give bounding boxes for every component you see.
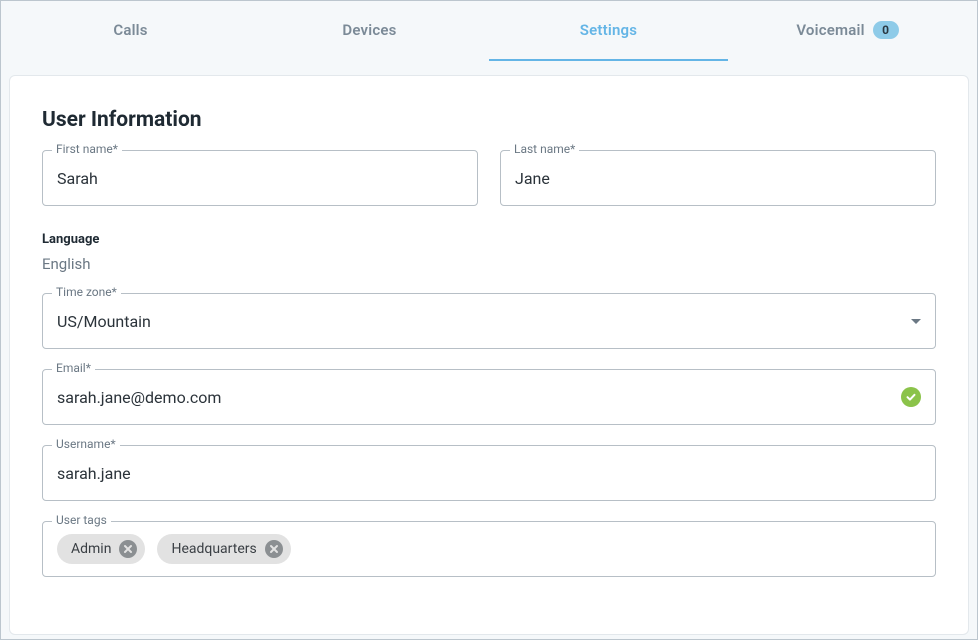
check-circle-icon (901, 387, 921, 407)
tab-devices[interactable]: Devices (250, 1, 489, 61)
tab-label: Settings (580, 21, 637, 39)
field-label: User tags (52, 513, 111, 527)
user-tags-field: User tags Admin Headquarters (42, 521, 936, 577)
chevron-down-icon (911, 319, 921, 324)
time-zone-value: US/Mountain (57, 312, 151, 331)
tag-remove-button[interactable] (265, 540, 283, 558)
time-zone-field: Time zone* US/Mountain (42, 293, 936, 349)
field-label: Email* (52, 361, 95, 375)
tab-label: Voicemail (796, 21, 864, 39)
language-value: English (42, 255, 936, 273)
tab-calls[interactable]: Calls (11, 1, 250, 61)
field-label: Last name* (510, 142, 579, 156)
last-name-input[interactable] (515, 169, 921, 188)
close-icon (123, 544, 133, 554)
tab-bar: Calls Devices Settings Voicemail 0 (1, 1, 977, 61)
tag-remove-button[interactable] (119, 540, 137, 558)
tab-label: Calls (113, 21, 147, 39)
email-input[interactable] (57, 388, 901, 407)
tab-voicemail[interactable]: Voicemail 0 (728, 1, 967, 61)
tag-chip: Admin (57, 534, 145, 564)
field-label: Time zone* (52, 285, 121, 299)
tag-label: Headquarters (171, 541, 256, 557)
settings-panel: User Information First name* Last name* … (9, 75, 969, 635)
voicemail-count-badge: 0 (873, 21, 899, 39)
last-name-field: Last name* (500, 150, 936, 206)
time-zone-select[interactable]: US/Mountain (42, 293, 936, 349)
username-field: Username* (42, 445, 936, 501)
username-input[interactable] (57, 464, 921, 483)
first-name-input[interactable] (57, 169, 463, 188)
field-label: First name* (52, 142, 122, 156)
language-label: Language (42, 232, 936, 247)
tab-settings[interactable]: Settings (489, 1, 728, 61)
tag-chip: Headquarters (157, 534, 290, 564)
section-title: User Information (42, 108, 936, 132)
tag-label: Admin (71, 541, 111, 557)
user-tags-input[interactable]: Admin Headquarters (42, 521, 936, 577)
email-valid-icon (901, 387, 921, 407)
email-field: Email* (42, 369, 936, 425)
field-label: Username* (52, 437, 120, 451)
close-icon (269, 544, 279, 554)
first-name-field: First name* (42, 150, 478, 206)
tab-label: Devices (342, 21, 396, 39)
